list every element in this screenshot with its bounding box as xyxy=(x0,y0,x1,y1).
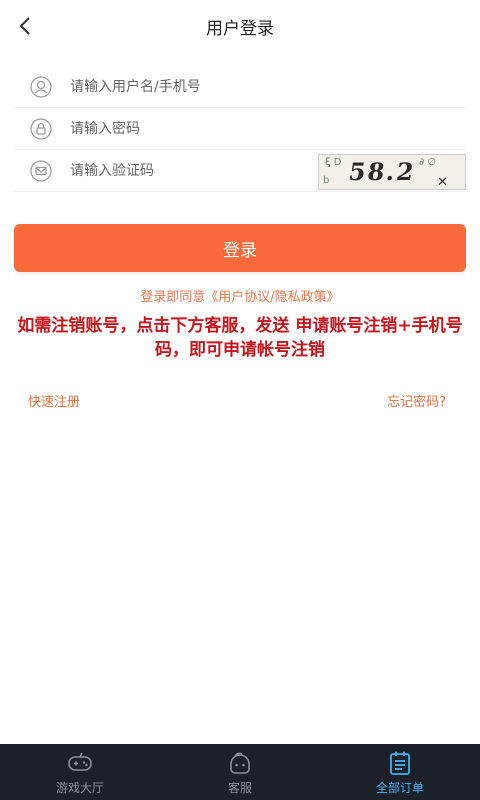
agreement-link[interactable]: 登录即同意《用户协议/隐私政策》 xyxy=(0,286,480,305)
quick-register-link[interactable]: 快速注册 xyxy=(28,391,80,410)
password-row xyxy=(14,108,466,150)
username-input[interactable] xyxy=(70,78,310,95)
customer-service-icon xyxy=(226,750,254,776)
tab-label: 客服 xyxy=(227,781,252,795)
user-icon xyxy=(28,74,54,100)
clipboard-icon xyxy=(386,750,414,776)
login-button[interactable]: 登录 xyxy=(14,224,466,272)
account-cancel-notice: 如需注销账号，点击下方客服，发送 申请账号注销+手机号码，即可申请帐号注销 xyxy=(17,316,463,360)
username-row xyxy=(14,66,466,108)
captcha-noise: ξ D xyxy=(325,157,342,168)
captcha-image[interactable]: ξ D ∂ ∅ b ✕ 58.2 xyxy=(318,154,466,190)
top-bar: 用户登录 xyxy=(0,0,480,52)
captcha-noise: ∂ ∅ xyxy=(419,157,437,168)
gamepad-icon xyxy=(66,750,94,776)
page-title: 用户登录 xyxy=(206,19,274,39)
tab-label: 游戏大厅 xyxy=(55,781,104,795)
tab-all-orders[interactable]: 全部订单 xyxy=(320,744,480,800)
captcha-input[interactable] xyxy=(70,162,310,179)
login-form: ξ D ∂ ∅ b ✕ 58.2 xyxy=(14,66,466,192)
captcha-noise: ✕ xyxy=(437,175,448,190)
password-input[interactable] xyxy=(70,120,310,137)
forgot-password-link[interactable]: 忘记密码? xyxy=(387,391,446,410)
bottom-tab-bar: 游戏大厅 客服 全部订单 xyxy=(0,744,480,800)
tab-label: 全部订单 xyxy=(375,781,424,795)
captcha-noise: b xyxy=(323,175,330,186)
lock-icon xyxy=(28,116,54,142)
captcha-row: ξ D ∂ ∅ b ✕ 58.2 xyxy=(14,150,466,192)
message-icon xyxy=(28,158,54,184)
tab-game-hall[interactable]: 游戏大厅 xyxy=(0,744,160,800)
captcha-code: 58.2 xyxy=(346,157,418,186)
tab-customer-service[interactable]: 客服 xyxy=(160,744,320,800)
